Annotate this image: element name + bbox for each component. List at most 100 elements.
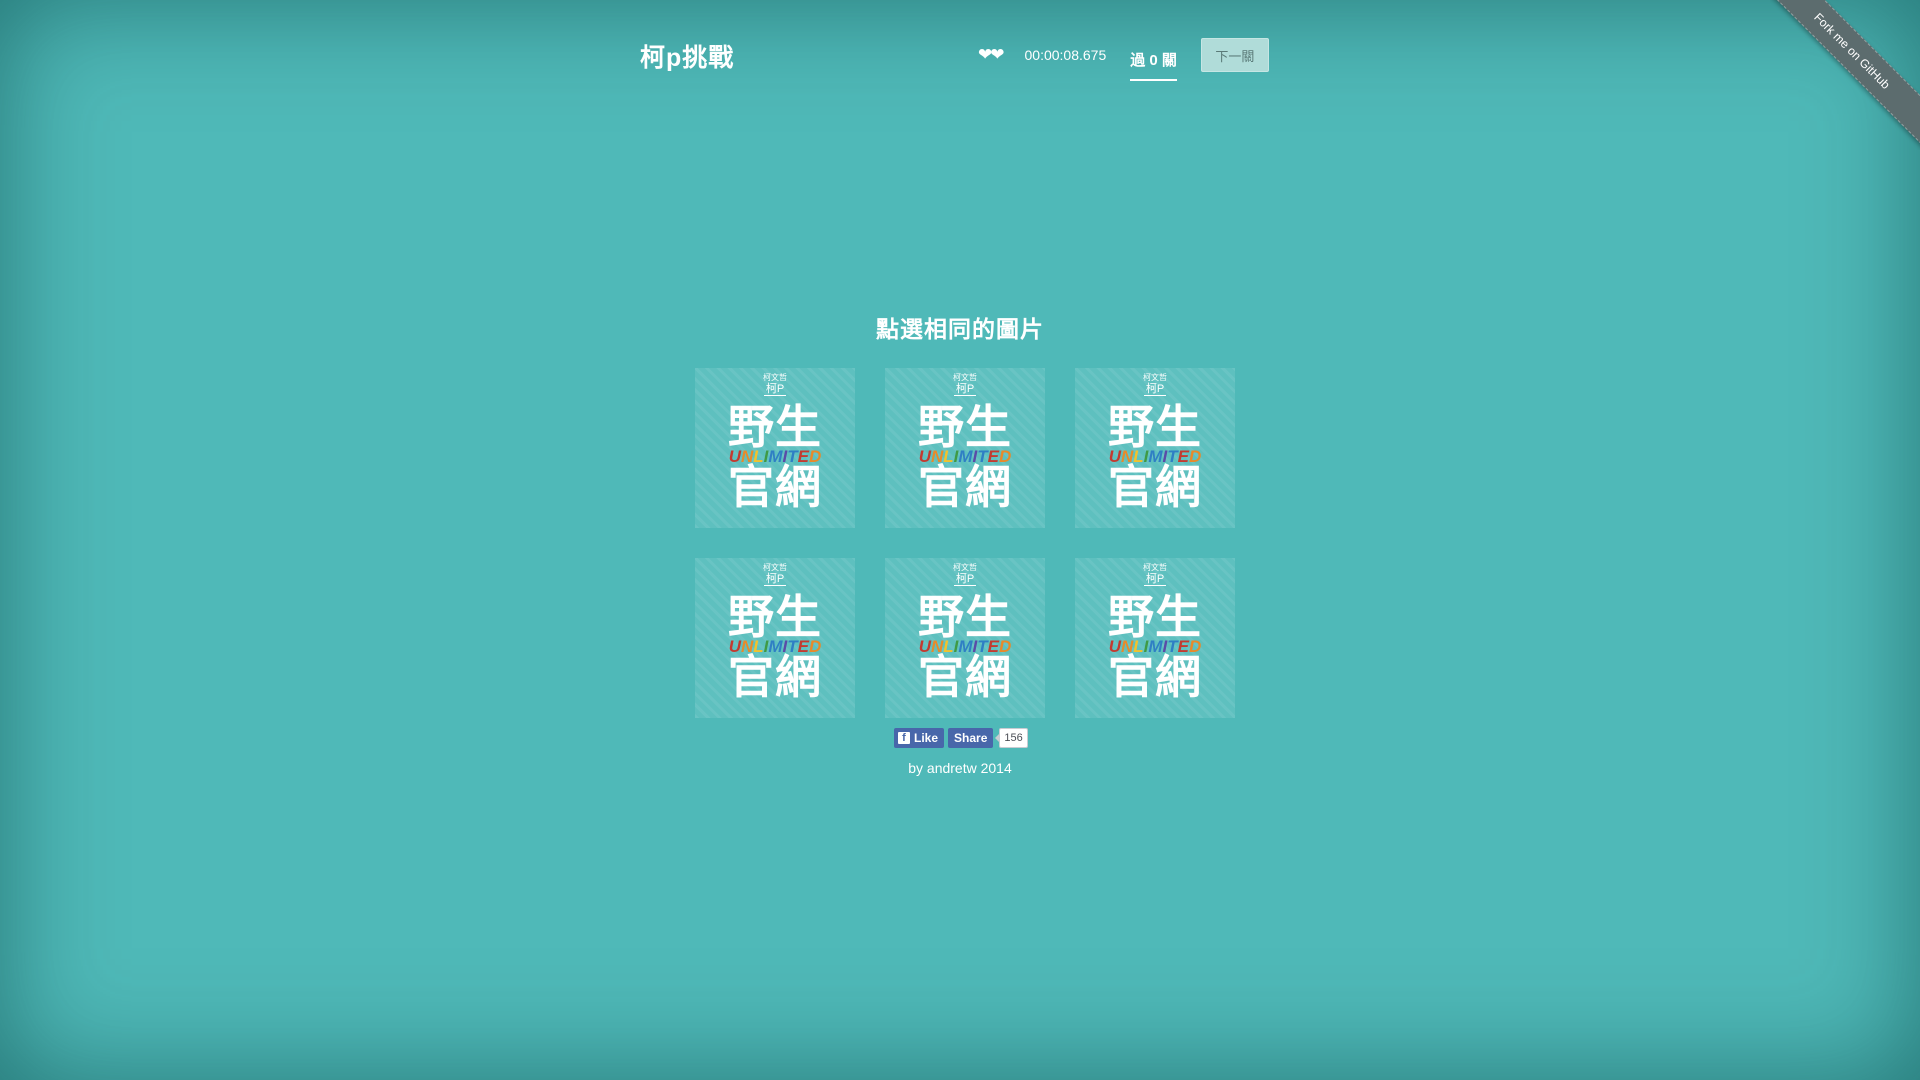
stripe-letter: U (728, 447, 741, 466)
github-ribbon-container: Fork me on GitHub (1770, 0, 1920, 150)
image-card[interactable]: 柯文哲 柯P 野生官網 U N L I M I T E D (885, 368, 1045, 528)
card-unlimited-stripe: UNLIMITED (695, 447, 855, 466)
image-card[interactable]: 柯文哲 柯P 野生官網 U N L I M I T E D (695, 368, 855, 528)
stripe-letter: U (1108, 637, 1121, 656)
stripe-letter: L (753, 637, 764, 656)
stripe-letter: L (943, 637, 954, 656)
game-instruction: 點選相同的圖片 (876, 316, 1044, 342)
card-unlimited-stripe: UNLIMITED (1075, 447, 1235, 466)
stripe-letter: T (787, 447, 798, 466)
stripe-letter: M (1148, 447, 1163, 466)
level-counter[interactable]: 過 0 關 (1130, 41, 1177, 81)
card-logo-text: 柯P (763, 383, 787, 396)
stripe-letter: E (1177, 447, 1190, 466)
card-small-text: 柯文哲 (763, 563, 787, 572)
stripe-letter: N (930, 447, 944, 466)
stripe-letter: M (958, 447, 973, 466)
stripe-letter: T (1167, 447, 1178, 466)
navbar: 柯p挑戰 ❤❤ 00:00:08.675 過 0 關 下一關 (0, 0, 1920, 105)
card-headline-bottom: 官網 (1108, 651, 1202, 703)
card-logo-mark: 柯P (1075, 573, 1235, 586)
stripe-letter: L (1133, 637, 1144, 656)
stripe-letter: D (1189, 447, 1202, 466)
stripe-letter: M (958, 637, 973, 656)
stripe-letter: M (768, 447, 783, 466)
card-headline-bottom: 官網 (918, 461, 1012, 513)
stripe-letter: T (977, 637, 988, 656)
stripe-letter: M (1148, 637, 1163, 656)
stripe-letter: L (753, 447, 764, 466)
card-headline-top: 野生 (918, 591, 1012, 643)
card-logo-text: 柯P (953, 383, 977, 396)
navbar-status: ❤❤ 00:00:08.675 過 0 關 下一關 (978, 36, 1269, 81)
stripe-letter: T (1167, 637, 1178, 656)
image-card[interactable]: 柯文哲 柯P 野生官網 U N L I M I T E D (885, 558, 1045, 718)
stripe-letter: U (918, 637, 931, 656)
stripe-letter: E (797, 637, 810, 656)
facebook-buttons: f Like Share 156 (894, 727, 1028, 748)
stripe-letter: D (1189, 637, 1202, 656)
card-headline-top: 野生 (728, 401, 822, 453)
stripe-letter: U (728, 637, 741, 656)
card-headline-top: 野生 (1108, 591, 1202, 643)
card-small-text: 柯文哲 (953, 563, 977, 572)
lives-hearts-icon: ❤❤ (978, 45, 1004, 64)
card-logo-mark: 柯P (695, 383, 855, 396)
stripe-letter: U (918, 447, 931, 466)
like-label: Like (914, 730, 939, 745)
card-headline-bottom: 官網 (1108, 461, 1202, 513)
footer-credit: by andretw 2014 (908, 760, 1012, 776)
fork-on-github-ribbon[interactable]: Fork me on GitHub (1770, 0, 1920, 150)
stripe-letter: E (987, 637, 1000, 656)
stripe-letter: U (1108, 447, 1121, 466)
next-level-button[interactable]: 下一關 (1200, 38, 1269, 72)
card-headline-top: 野生 (728, 591, 822, 643)
stripe-letter: T (787, 637, 798, 656)
stripe-letter: E (1177, 637, 1190, 656)
card-headline-bottom: 官網 (918, 651, 1012, 703)
card-headline-bottom: 官網 (728, 651, 822, 703)
image-card[interactable]: 柯文哲 柯P 野生官網 U N L I M I T E D (1075, 368, 1235, 528)
card-grid: 柯文哲 柯P 野生 官網 U N L I M I T E D 柯文哲 柯P 野生 官網 U N L I M I T E D 柯文哲柯… (695, 368, 1235, 718)
card-unlimited-stripe: UNLIMITED (1075, 637, 1235, 656)
facebook-icon: f (898, 731, 910, 744)
stripe-letter: D (809, 447, 822, 466)
stripe-letter: M (768, 637, 783, 656)
stripe-letter: E (987, 447, 1000, 466)
image-card[interactable]: 柯文哲 柯P 野生官網 U N L I M I T E D (1075, 558, 1235, 718)
facebook-like-button[interactable]: f Like (894, 727, 945, 748)
stripe-letter: N (1120, 447, 1134, 466)
facebook-share-button[interactable]: Share (948, 727, 994, 748)
card-headline-top: 野生 (1108, 401, 1202, 453)
card-small-text: 柯文哲 (763, 373, 787, 382)
card-logo-text: 柯P (953, 573, 977, 586)
card-logo-mark: 柯P (885, 383, 1045, 396)
stripe-letter: D (999, 447, 1012, 466)
card-logo-mark: 柯P (695, 573, 855, 586)
card-logo-mark: 柯P (885, 573, 1045, 586)
stripe-letter: L (943, 447, 954, 466)
card-logo-text: 柯P (1143, 573, 1167, 586)
card-headline-bottom: 官網 (728, 461, 822, 513)
card-logo-mark: 柯P (1075, 383, 1235, 396)
card-headline-top: 野生 (918, 401, 1012, 453)
stripe-letter: N (1120, 637, 1134, 656)
stripe-letter: L (1133, 447, 1144, 466)
card-small-text: 柯文哲 (953, 373, 977, 382)
stripe-letter: N (740, 637, 754, 656)
timer-readout: 00:00:08.675 (1024, 47, 1107, 63)
image-card[interactable]: 柯文哲 柯P 野生官網 U N L I M I T E D (695, 558, 855, 718)
card-unlimited-stripe: UNLIMITED (695, 637, 855, 656)
card-small-text: 柯文哲 (1143, 373, 1167, 382)
stripe-letter: E (797, 447, 810, 466)
stripe-letter: T (977, 447, 988, 466)
card-unlimited-stripe: UNLIMITED (885, 447, 1045, 466)
stripe-letter: D (809, 637, 822, 656)
stripe-letter: D (999, 637, 1012, 656)
card-unlimited-stripe: UNLIMITED (885, 637, 1045, 656)
card-small-text: 柯文哲 (1143, 563, 1167, 572)
brand-title[interactable]: 柯p挑戰 (640, 38, 734, 74)
card-logo-text: 柯P (1143, 383, 1167, 396)
share-count: 156 (995, 727, 1028, 748)
stripe-letter: N (740, 447, 754, 466)
